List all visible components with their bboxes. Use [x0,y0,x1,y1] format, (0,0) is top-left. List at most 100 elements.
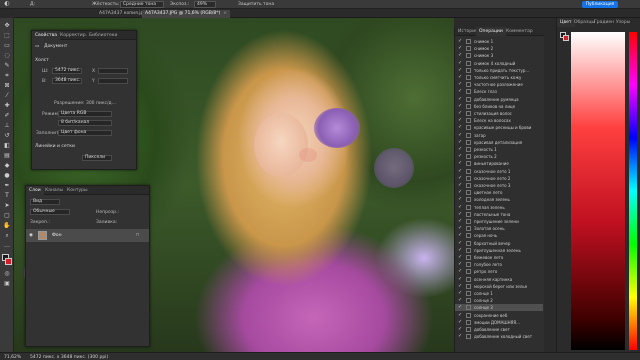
checkmark-icon[interactable]: ✓ [458,132,463,138]
checkmark-icon[interactable]: ✓ [458,125,463,130]
eraser-tool-icon[interactable]: ◧ [3,142,11,150]
action-item[interactable]: ✓ Блеск глаз [455,88,543,95]
dialog-toggle-icon[interactable] [466,111,471,116]
dialog-toggle-icon[interactable] [466,276,471,282]
action-item[interactable]: ✓ сохранение веб [455,312,543,319]
dialog-toggle-icon[interactable] [466,334,471,340]
dialog-toggle-icon[interactable] [466,262,471,268]
checkmark-icon[interactable]: ✓ [458,154,463,159]
dialog-toggle-icon[interactable] [466,60,471,66]
dialog-toggle-icon[interactable] [466,154,471,160]
action-item[interactable]: ✓ сказочное лето 3 [455,182,543,189]
dialog-toggle-icon[interactable] [466,240,471,246]
action-item[interactable]: ✓ сказочное лето 2 [455,175,543,182]
checkmark-icon[interactable]: ✓ [458,147,463,152]
protect-tones-checkbox[interactable]: Защитить тона [238,2,274,7]
action-item[interactable]: ✓ эмоции ДОМАШНЯЯ... [455,319,543,326]
checkmark-icon[interactable]: ✓ [458,111,463,116]
close-icon[interactable]: × [223,11,227,16]
range-select[interactable]: Средние тона [120,1,164,8]
fill-select[interactable]: Цвет фона [58,130,112,136]
action-item[interactable]: ✓ только смягчить кожу [455,74,543,81]
shape-tool-icon[interactable]: ▢ [3,212,11,220]
dialog-toggle-icon[interactable] [466,204,471,210]
checkmark-icon[interactable]: ✓ [458,197,463,202]
action-item[interactable]: ✓ виньетирование [455,160,543,167]
action-item[interactable]: ✓ осенняя картинка [455,276,543,283]
dialog-toggle-icon[interactable] [466,255,471,260]
checkmark-icon[interactable]: ✓ [458,67,463,73]
dialog-toggle-icon[interactable] [466,291,471,296]
action-item[interactable]: ✓ снимок 1 [455,38,543,45]
action-item[interactable]: ✓ цветное лето [455,189,543,196]
history-brush-tool-icon[interactable]: ↺ [3,132,11,140]
action-item[interactable]: ✓ Золотая осень [455,225,543,232]
background-color-swatch[interactable] [563,35,569,41]
checkmark-icon[interactable]: ✓ [458,327,463,332]
dialog-toggle-icon[interactable] [466,53,471,59]
dialog-toggle-icon[interactable] [466,312,471,318]
checkmark-icon[interactable]: ✓ [458,139,463,145]
action-item[interactable]: ✓ пастельные тона [455,211,543,218]
action-item[interactable]: ✓ бархатный вечер [455,240,543,247]
action-item[interactable]: ✓ морской берег или зелье [455,283,543,290]
checkmark-icon[interactable]: ✓ [458,298,463,303]
layer-filter-select[interactable]: Вид [30,199,60,205]
exposure-input[interactable]: 49% [194,1,216,8]
action-item[interactable]: ✓ Блеск на волосах [455,117,543,124]
action-item[interactable]: ✓ снимок 4 холодный [455,60,543,67]
dialog-toggle-icon[interactable] [466,39,471,44]
mode-select[interactable]: Цвета RGB [58,111,112,117]
action-item[interactable]: ✓ резкость 1 [455,146,543,153]
dialog-toggle-icon[interactable] [466,96,471,102]
tab-comments[interactable]: Комментар [503,27,536,36]
units-select[interactable]: Пиксели [82,155,112,161]
action-item[interactable]: ✓ серая ночь [455,232,543,239]
quick-mask-icon[interactable]: ◎ [3,270,11,278]
tab-document-2[interactable]: A47A3437.JPG @ 71,6% (RGB/8*) × [142,10,231,18]
checkmark-icon[interactable]: ✓ [458,283,463,289]
checkmark-icon[interactable]: ✓ [458,255,463,260]
action-item[interactable]: ✓ ретро лето [455,268,543,275]
checkmark-icon[interactable]: ✓ [458,319,463,325]
zoom-level[interactable]: 71,62% [4,355,21,360]
checkmark-icon[interactable]: ✓ [458,240,463,246]
checkmark-icon[interactable]: ✓ [458,305,463,310]
tab-paths[interactable]: Контуры [64,186,91,195]
lasso-tool-icon[interactable]: ◌ [3,52,11,60]
dialog-toggle-icon[interactable] [466,75,471,80]
marquee-tool-icon[interactable]: ▭ [3,42,11,50]
action-item[interactable]: ✓ частотное разложение [455,81,543,88]
checkmark-icon[interactable]: ✓ [458,103,463,109]
path-select-tool-icon[interactable]: ➤ [3,202,11,210]
checkmark-icon[interactable]: ✓ [458,53,463,58]
tab-libraries[interactable]: Библиотеки [86,31,120,40]
checkmark-icon[interactable]: ✓ [458,46,463,51]
checkmark-icon[interactable]: ✓ [458,269,463,274]
blur-tool-icon[interactable]: ◆ [3,162,11,170]
action-item[interactable]: ✓ добавление румянца [455,96,543,103]
action-item[interactable]: ✓ приглушение зелени [455,218,543,225]
dialog-toggle-icon[interactable] [466,82,471,88]
dialog-toggle-icon[interactable] [466,103,471,109]
tab-channels[interactable]: Каналы [42,186,66,195]
hue-slider[interactable] [629,32,637,350]
checkmark-icon[interactable]: ✓ [458,183,463,188]
pen-tool-icon[interactable]: ✒ [3,182,11,190]
dialog-toggle-icon[interactable] [466,147,471,152]
x-field[interactable] [98,68,128,74]
dialog-toggle-icon[interactable] [466,125,471,131]
more-tools-icon[interactable]: … [3,242,11,250]
dialog-toggle-icon[interactable] [466,168,471,174]
checkmark-icon[interactable]: ✓ [458,168,463,174]
color-field[interactable] [571,32,625,350]
action-item[interactable]: ✓ теплая зелень [455,204,543,211]
action-item[interactable]: ✓ солнце 3 [455,304,543,312]
dialog-toggle-icon[interactable] [466,305,471,311]
checkmark-icon[interactable]: ✓ [458,291,463,296]
dialog-toggle-icon[interactable] [466,233,471,239]
checkmark-icon[interactable]: ✓ [458,312,463,318]
type-tool-icon[interactable]: T [3,192,11,200]
checkmark-icon[interactable]: ✓ [458,219,463,224]
checkmark-icon[interactable]: ✓ [458,262,463,267]
